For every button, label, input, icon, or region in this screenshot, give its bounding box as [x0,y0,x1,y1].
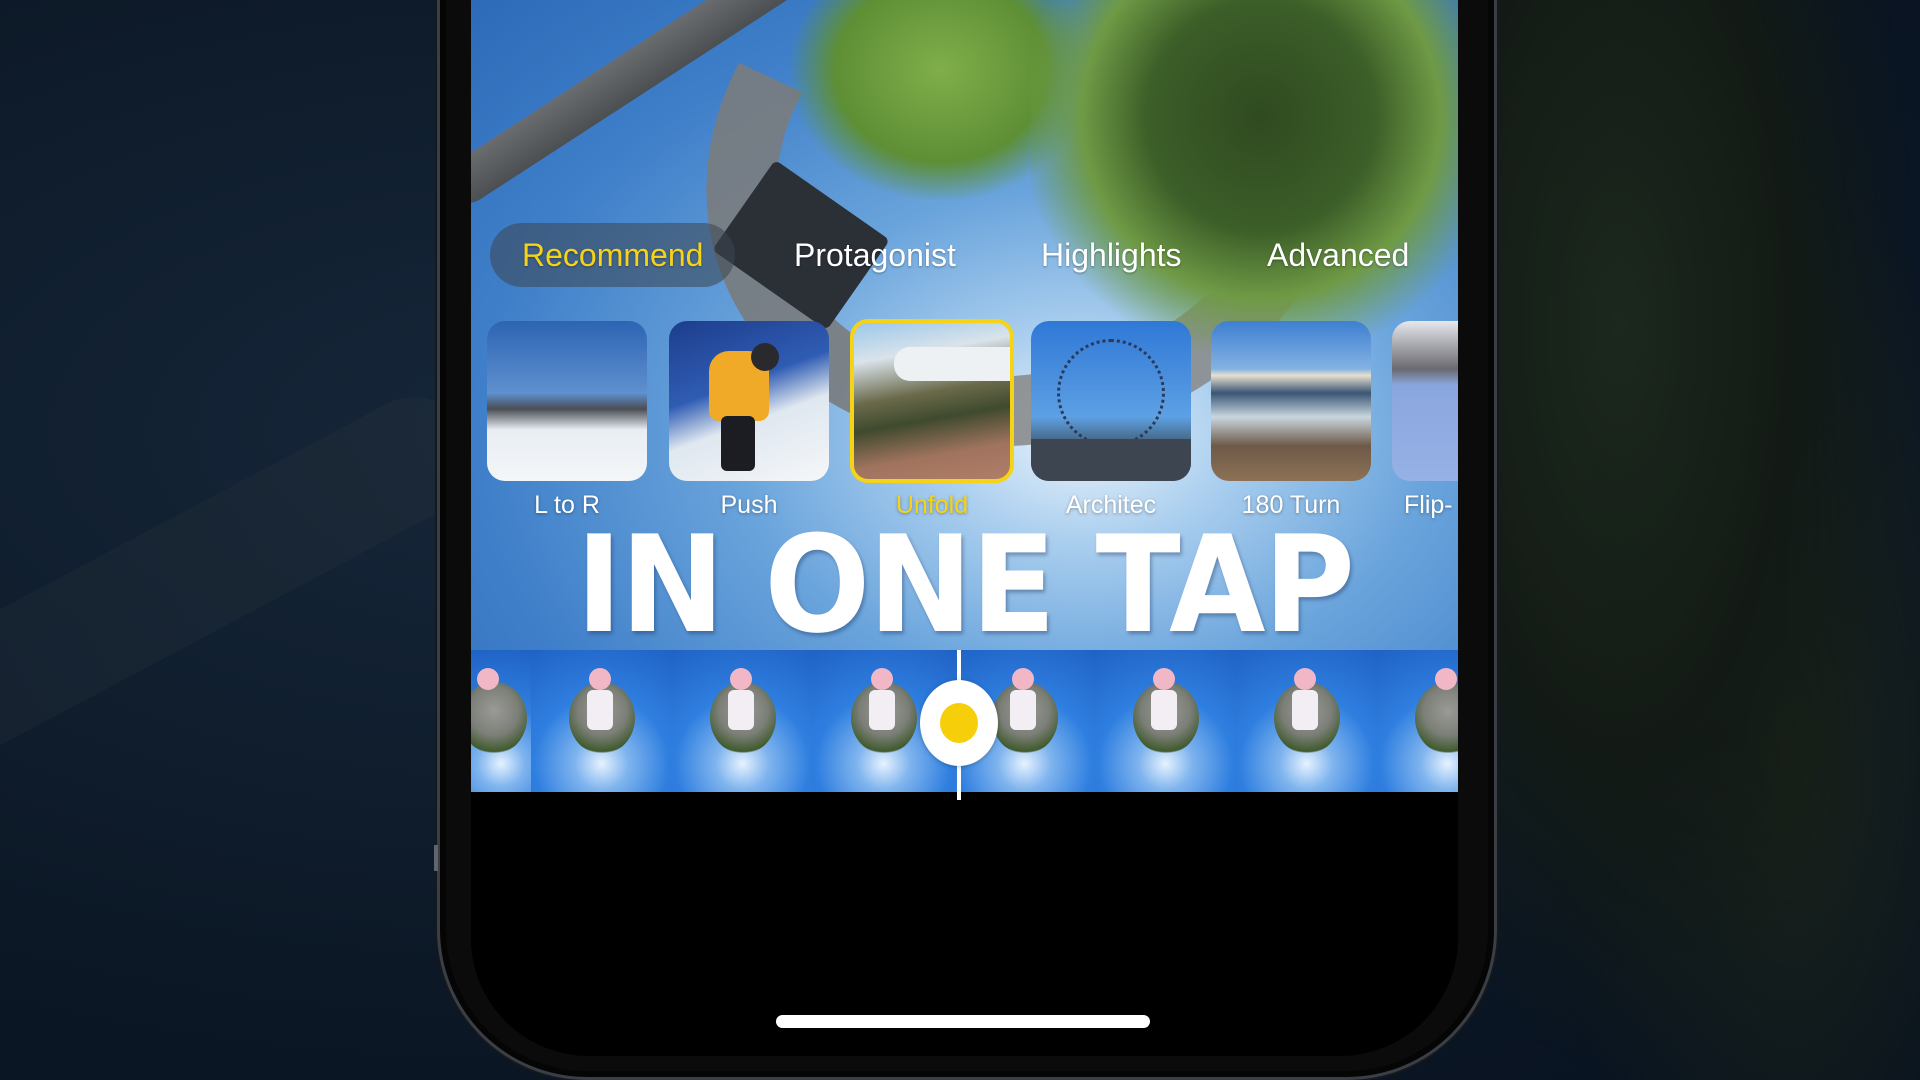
tab-highlights[interactable]: Highlights [1041,223,1182,287]
rider [1153,668,1175,690]
skier-pants [721,416,755,471]
template-thumbnail-unfold[interactable] [850,319,1014,483]
rider [871,668,893,690]
tab-recommend[interactable]: Recommend [490,223,736,287]
phone-screen: Recommend Protagonist Highlights Advance… [471,0,1458,1056]
playhead-handle[interactable] [920,680,998,766]
template-thumbnail-architec[interactable] [1031,321,1191,481]
phone-side-button [434,845,438,871]
airplane-fuselage [894,347,1010,381]
rider-body [1010,690,1036,730]
tiny-planet [1415,682,1458,754]
template-thumbnail-l-to-r[interactable] [487,321,647,481]
timeline-frame[interactable] [1095,650,1236,792]
timeline-frame[interactable] [531,650,672,792]
ferris-wheel-base [1031,439,1191,481]
rider [1435,668,1457,690]
rider-body [869,690,895,730]
home-indicator[interactable] [776,1015,1150,1028]
playhead-dot-icon [940,703,978,743]
rider [730,668,752,690]
timeline-frame[interactable] [672,650,813,792]
headline-overlay: IN ONE TAP [575,507,1355,663]
template-list: L to R Push Unfold Architec 180 Turn Fli… [471,319,1458,521]
rider [589,668,611,690]
template-category-tabs: Recommend Protagonist Highlights Advance… [471,223,1458,287]
template-thumbnail-push[interactable] [669,321,829,481]
template-thumbnail-flip[interactable] [1392,321,1458,481]
timeline-frame[interactable] [1377,650,1458,792]
background-branch [0,375,496,773]
rider-body [728,690,754,730]
rider [1012,668,1034,690]
timeline-frame[interactable] [471,650,531,792]
tab-protagonist[interactable]: Protagonist [794,223,956,287]
tab-advanced[interactable]: Advanced [1267,223,1409,287]
template-label: Flip- [1404,491,1453,519]
rider-body [587,690,613,730]
rider-body [1151,690,1177,730]
skier-helmet [751,343,779,371]
video-preview[interactable]: Recommend Protagonist Highlights Advance… [471,0,1458,792]
rider-body [1292,690,1318,730]
ferris-wheel [1057,339,1165,447]
timeline-frame[interactable] [1236,650,1377,792]
template-thumbnail-180-turn[interactable] [1211,321,1371,481]
tiny-planet [471,682,527,754]
rider [1294,668,1316,690]
background-tree [1490,0,1920,1080]
scene-trees [1031,0,1458,350]
rider [477,668,499,690]
